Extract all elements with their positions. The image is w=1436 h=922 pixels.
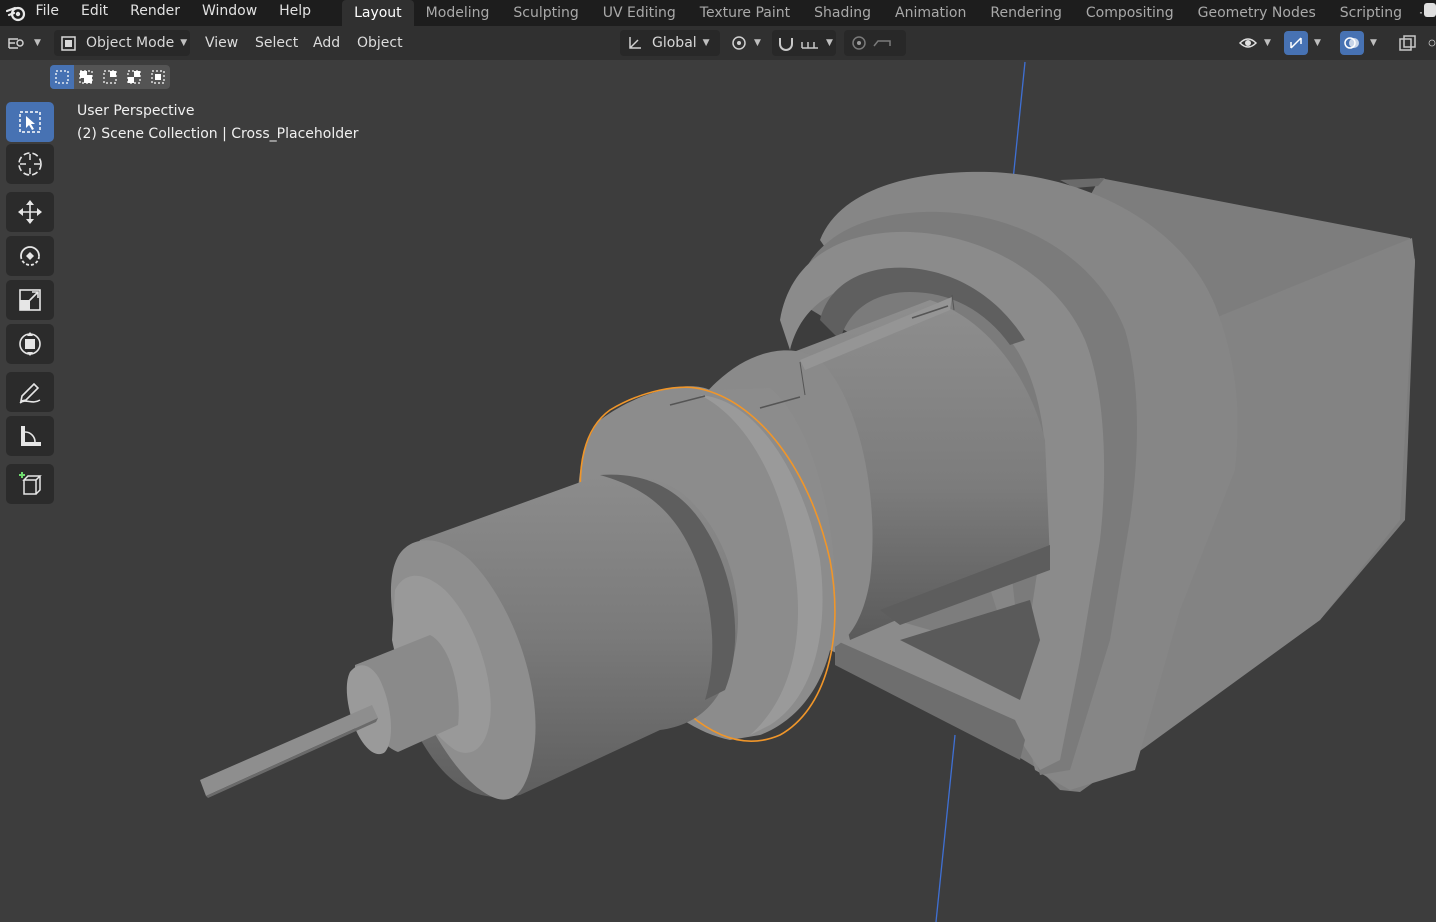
front-cylinder-mesh[interactable] [390, 474, 738, 800]
shading-mode-button[interactable] [1428, 30, 1436, 56]
editor-type-icon [8, 38, 24, 49]
add-menu[interactable]: Add [313, 30, 340, 56]
blender-logo-icon[interactable] [0, 0, 32, 26]
transform-icon [19, 332, 41, 356]
scale-tool[interactable] [6, 280, 54, 320]
pivot-icon [732, 36, 746, 50]
move-tool[interactable] [6, 192, 54, 232]
orientation-axes-icon [629, 37, 641, 49]
visibility-button[interactable]: ▼ [1238, 30, 1278, 56]
viewport-header: ▼ Object Mode ▼ View Select Add Object G… [0, 26, 1436, 60]
cursor-icon [18, 152, 42, 176]
proportional-editing-button[interactable] [844, 30, 906, 56]
top-menu-bar: File Edit Render Window Help Layout Mode… [0, 0, 1436, 26]
tab-animation[interactable]: Animation [883, 0, 978, 26]
editor-type-button[interactable]: ▼ [6, 30, 46, 56]
overlays-icon [1344, 37, 1359, 49]
selection-mode-buttons [50, 65, 170, 89]
viewport-scene[interactable] [0, 60, 1436, 922]
pencil-icon [19, 382, 41, 404]
select-intersect-icon [151, 70, 165, 84]
chevron-down-icon: ▼ [1370, 38, 1377, 48]
menu-window[interactable]: Window [191, 0, 268, 26]
select-extend-icon [79, 70, 93, 84]
measure-tool[interactable] [6, 416, 54, 456]
move-icon [18, 200, 42, 224]
tab-shading[interactable]: Shading [802, 0, 883, 26]
rod-mesh[interactable] [200, 635, 459, 798]
magnet-icon [779, 38, 793, 51]
chevron-down-icon: ▼ [1264, 38, 1271, 48]
select-difference-button[interactable] [122, 65, 146, 89]
proportional-edit-icon [852, 36, 866, 50]
mode-label: Object Mode [86, 35, 175, 51]
gizmo-button[interactable]: ▼ [1284, 30, 1332, 56]
select-intersect-button[interactable] [146, 65, 170, 89]
perspective-label: User Perspective [77, 103, 195, 119]
eye-icon [1238, 38, 1258, 48]
z-axis-line-lower [935, 734, 956, 922]
chevron-down-icon: ▼ [34, 38, 41, 48]
wireframe-shading-icon [1428, 39, 1436, 47]
transform-tool[interactable] [6, 324, 54, 364]
chevron-down-icon: ▼ [702, 38, 710, 48]
add-cube-icon [19, 472, 42, 495]
workspace-tabs: Layout Modeling Sculpting UV Editing Tex… [342, 0, 1436, 26]
snapping-button[interactable]: ▼ [772, 30, 836, 56]
tab-rendering[interactable]: Rendering [978, 0, 1074, 26]
scene-selector-icon[interactable] [1422, 0, 1436, 22]
tab-sculpting[interactable]: Sculpting [501, 0, 590, 26]
xray-button[interactable] [1398, 30, 1420, 56]
menu-edit[interactable]: Edit [70, 0, 119, 26]
select-extend-button[interactable] [74, 65, 98, 89]
select-difference-icon [127, 70, 141, 84]
tab-geometry-nodes[interactable]: Geometry Nodes [1186, 0, 1328, 26]
tab-uv-editing[interactable]: UV Editing [591, 0, 688, 26]
snap-increment-icon [801, 42, 818, 49]
xray-icon [1399, 35, 1416, 51]
overlays-toggle[interactable] [1340, 31, 1364, 55]
falloff-curve-icon [873, 40, 891, 47]
tab-compositing[interactable]: Compositing [1074, 0, 1186, 26]
object-menu[interactable]: Object [357, 30, 403, 56]
tab-scripting[interactable]: Scripting [1328, 0, 1414, 26]
view-menu[interactable]: View [205, 30, 238, 56]
menu-render[interactable]: Render [119, 0, 191, 26]
gizmo-toggle[interactable] [1284, 31, 1308, 55]
object-mode-icon [61, 36, 76, 51]
chevron-down-icon: ▼ [180, 38, 188, 48]
chevron-down-icon: ▼ [1314, 38, 1321, 48]
ruler-icon [21, 426, 41, 446]
cursor-tool[interactable] [6, 144, 54, 184]
3d-viewport[interactable] [0, 60, 1436, 922]
overlays-button[interactable]: ▼ [1340, 30, 1388, 56]
tab-layout[interactable]: Layout [342, 0, 414, 26]
add-cube-tool[interactable] [6, 464, 54, 504]
rotate-icon [20, 246, 40, 266]
select-subtract-button[interactable] [98, 65, 122, 89]
z-axis-line [1011, 61, 1026, 191]
select-menu[interactable]: Select [255, 30, 298, 56]
chevron-down-icon: ▼ [754, 38, 761, 48]
annotate-tool[interactable] [6, 372, 54, 412]
pivot-point-button[interactable]: ▼ [730, 30, 766, 56]
scale-icon [19, 289, 41, 311]
tab-texture-paint[interactable]: Texture Paint [688, 0, 802, 26]
collection-label: (2) Scene Collection | Cross_Placeholder [77, 126, 359, 142]
select-subtract-icon [103, 70, 117, 84]
mode-selector[interactable]: Object Mode ▼ [54, 30, 190, 56]
menu-file[interactable]: File [32, 0, 70, 26]
select-box-tool[interactable] [6, 102, 54, 142]
select-box-icon [19, 111, 41, 133]
select-new-button[interactable] [50, 65, 74, 89]
tab-modeling[interactable]: Modeling [414, 0, 502, 26]
chevron-down-icon: ▼ [826, 38, 833, 48]
transform-orientation-selector[interactable]: Global ▼ [620, 30, 720, 56]
select-new-icon [55, 70, 69, 84]
orientation-label: Global [652, 35, 697, 51]
gizmo-icon [1290, 37, 1302, 49]
rotate-tool[interactable] [6, 236, 54, 276]
menu-help[interactable]: Help [268, 0, 322, 26]
